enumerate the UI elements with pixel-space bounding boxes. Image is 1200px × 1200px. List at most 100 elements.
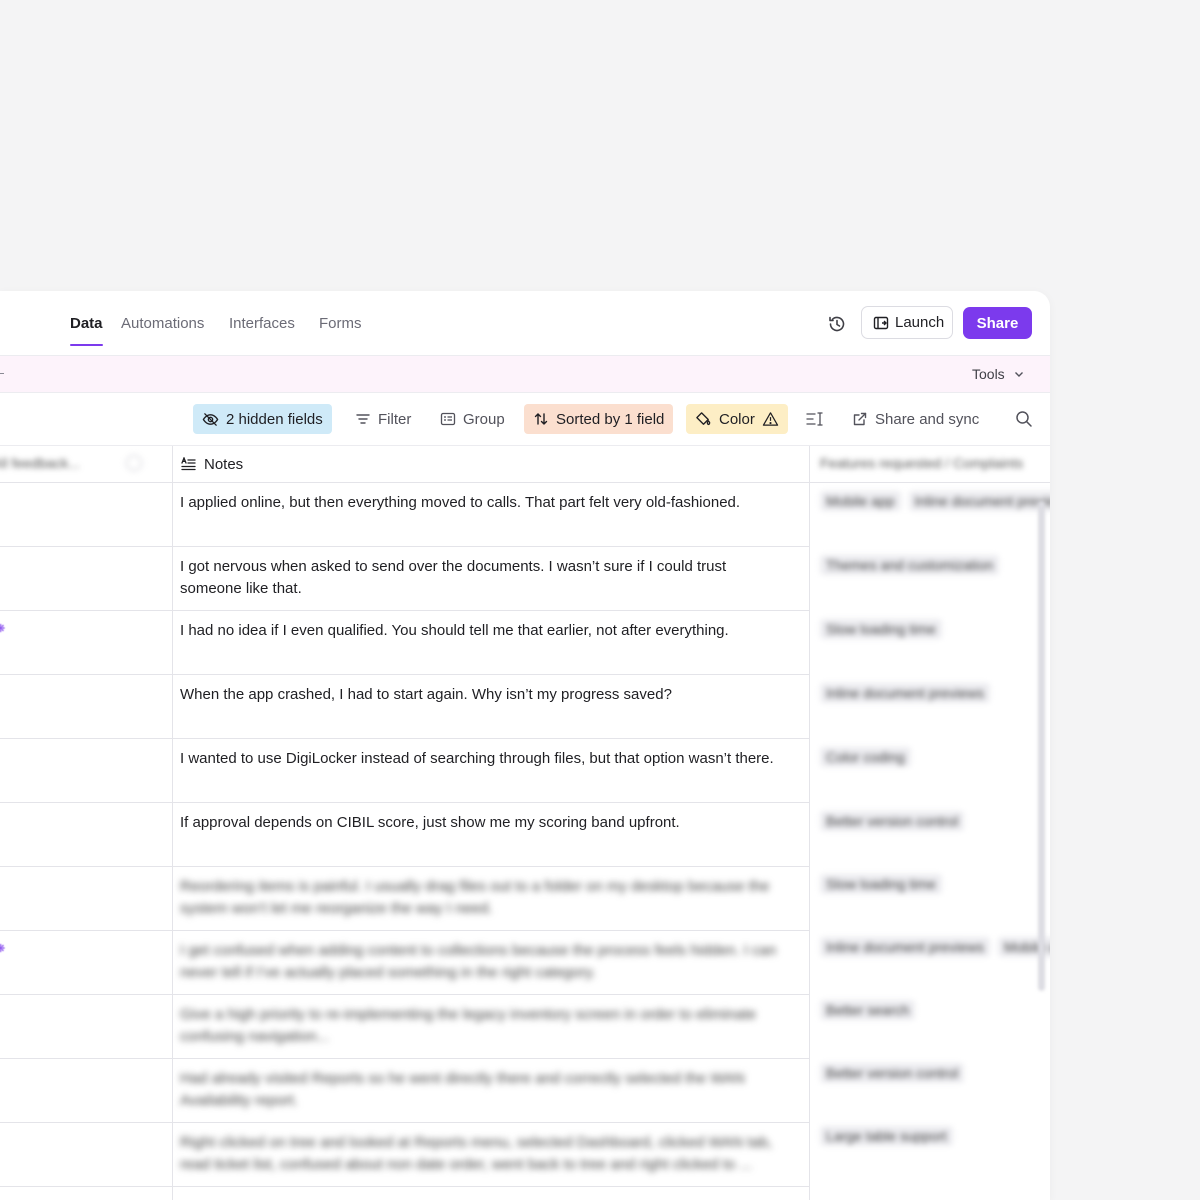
table-row[interactable]: Slow loading time xyxy=(810,611,1050,675)
app-window: Data Automations Interfaces Forms Launch… xyxy=(0,291,1050,1200)
share-sync-label: Share and sync xyxy=(875,410,980,428)
share-button[interactable]: Share xyxy=(963,307,1032,339)
note-cell[interactable]: I wanted to use DigiLocker instead of se… xyxy=(180,748,780,770)
table-row[interactable]: I get confused when adding content to co… xyxy=(173,931,809,995)
feature-tag[interactable]: Themes and customization xyxy=(820,555,1000,575)
note-cell[interactable]: Right clicked on tree and looked at Repo… xyxy=(180,1132,780,1176)
sparkle-icon: ❋ xyxy=(0,943,6,955)
table-row[interactable]: Better search xyxy=(810,992,1050,1055)
tab-interfaces[interactable]: Interfaces xyxy=(229,315,295,332)
filter-icon xyxy=(355,411,371,427)
table-row[interactable]: Give a high priority to re-implementing … xyxy=(173,995,809,1059)
note-cell[interactable]: I applied online, but then everything mo… xyxy=(180,492,780,514)
tools-label: Tools xyxy=(972,366,1005,382)
table-row[interactable]: ❋ xyxy=(0,931,172,995)
table-row[interactable]: Right clicked on tree and looked at Repo… xyxy=(173,1123,809,1187)
tab-forms[interactable]: Forms xyxy=(319,315,362,332)
table-row[interactable] xyxy=(0,867,172,931)
feature-tag[interactable]: Better version control xyxy=(820,811,965,831)
feature-tag[interactable]: Inline document previews xyxy=(820,937,990,957)
table-row[interactable]: I wanted to use DigiLocker instead of se… xyxy=(173,739,809,803)
table-row[interactable]: Had already visited Reports so he went d… xyxy=(173,1059,809,1123)
table-row[interactable] xyxy=(0,1123,172,1187)
view-bar: Tools xyxy=(0,356,1050,393)
feature-tag[interactable]: Large table support xyxy=(820,1126,953,1146)
table-row[interactable]: Inline document previewsMobile app xyxy=(810,929,1050,992)
info-icon xyxy=(126,455,142,471)
tab-data[interactable]: Data xyxy=(70,315,103,346)
sort-icon xyxy=(533,411,549,427)
launch-button[interactable]: Launch xyxy=(861,306,953,339)
table-row[interactable]: When the app crashed, I had to start aga… xyxy=(173,675,809,739)
feature-tag[interactable]: Better search xyxy=(820,1000,916,1020)
notes-column-title: Notes xyxy=(204,455,244,473)
table-row[interactable]: Reordering items is painful. I usually d… xyxy=(173,867,809,931)
note-cell[interactable]: When the app crashed, I had to start aga… xyxy=(180,684,780,706)
feature-tags: Better version control xyxy=(820,1063,965,1083)
table-row[interactable] xyxy=(0,675,172,739)
table-row[interactable]: Slow loading time xyxy=(810,866,1050,929)
divider xyxy=(0,373,4,374)
table-row[interactable]: I got nervous when asked to send over th… xyxy=(173,547,809,611)
note-cell[interactable]: Reordering items is painful. I usually d… xyxy=(180,876,780,920)
note-cell[interactable]: I got nervous when asked to send over th… xyxy=(180,556,780,600)
feature-tags: Themes and customization xyxy=(820,555,1000,575)
feature-tag[interactable]: Inline document previews xyxy=(820,683,990,703)
features-column: Features requested / Complaints Mobile a… xyxy=(810,446,1050,1200)
tools-dropdown[interactable]: Tools xyxy=(972,366,1025,382)
tab-automations[interactable]: Automations xyxy=(121,315,204,332)
features-column-header[interactable]: Features requested / Complaints xyxy=(810,446,1050,483)
table-row[interactable]: Better version control xyxy=(810,803,1050,866)
feature-tag[interactable]: Mobile app xyxy=(820,491,901,511)
long-text-icon xyxy=(181,457,196,471)
row-height-icon[interactable] xyxy=(806,404,824,434)
table-row[interactable]: Better version control xyxy=(810,1055,1050,1118)
search-icon[interactable] xyxy=(1015,404,1033,434)
table-row[interactable] xyxy=(0,995,172,1059)
feature-tag[interactable]: Slow loading time xyxy=(820,619,942,639)
color-button[interactable]: Color xyxy=(686,404,788,434)
group-button[interactable]: Group xyxy=(440,404,505,434)
table-row[interactable] xyxy=(0,1059,172,1123)
table-row[interactable]: Large table support xyxy=(810,1118,1050,1181)
warning-icon xyxy=(762,411,779,427)
feature-tags: Large table support xyxy=(820,1126,953,1146)
note-cell[interactable]: Give a high priority to re-implementing … xyxy=(180,1004,780,1048)
table-row[interactable]: I applied online, but then everything mo… xyxy=(173,483,809,547)
share-sync-button[interactable]: Share and sync xyxy=(852,404,979,434)
table-row[interactable]: Color coding xyxy=(810,739,1050,803)
note-cell[interactable]: Had already visited Reports so he went d… xyxy=(180,1068,780,1112)
table-row[interactable]: ❋ xyxy=(0,611,172,675)
note-cell[interactable]: If approval depends on CIBIL score, just… xyxy=(180,812,780,834)
notes-column-header[interactable]: Notes xyxy=(173,446,809,483)
feedback-column-header[interactable]: All feedback... xyxy=(0,446,172,483)
table-row[interactable]: Inline document previews xyxy=(810,675,1050,739)
scrollbar[interactable] xyxy=(1038,501,1045,991)
hidden-fields-button[interactable]: 2 hidden fields xyxy=(193,404,332,434)
feature-tag[interactable]: Slow loading time xyxy=(820,874,942,894)
table-row[interactable]: I had no idea if I even qualified. You s… xyxy=(173,611,809,675)
table-row[interactable] xyxy=(0,803,172,867)
feature-tags: Color coding xyxy=(820,747,911,767)
feature-tags: Mobile app Inline document previews xyxy=(820,491,1050,511)
table-row[interactable] xyxy=(0,739,172,803)
notes-column: Notes I applied online, but then everyth… xyxy=(173,446,810,1200)
history-icon[interactable] xyxy=(826,313,848,335)
hidden-fields-label: 2 hidden fields xyxy=(226,410,323,428)
filter-button[interactable]: Filter xyxy=(355,404,411,434)
launch-label: Launch xyxy=(895,314,945,331)
table-row[interactable]: Mobile app Inline document previews xyxy=(810,483,1050,547)
table-row[interactable]: Themes and customization xyxy=(810,547,1050,611)
feature-tag[interactable]: Color coding xyxy=(820,747,911,767)
sort-button[interactable]: Sorted by 1 field xyxy=(524,404,674,434)
note-cell[interactable]: I had no idea if I even qualified. You s… xyxy=(180,620,780,642)
table-row[interactable] xyxy=(0,547,172,611)
feature-tag[interactable]: Inline document previews xyxy=(908,491,1050,511)
note-cell[interactable]: I get confused when adding content to co… xyxy=(180,940,780,984)
table-row[interactable] xyxy=(0,483,172,547)
chevron-down-icon xyxy=(1013,368,1025,380)
launch-icon xyxy=(873,315,889,331)
table-row[interactable]: If approval depends on CIBIL score, just… xyxy=(173,803,809,867)
features-column-title: Features requested / Complaints xyxy=(820,455,1024,471)
feature-tag[interactable]: Better version control xyxy=(820,1063,965,1083)
